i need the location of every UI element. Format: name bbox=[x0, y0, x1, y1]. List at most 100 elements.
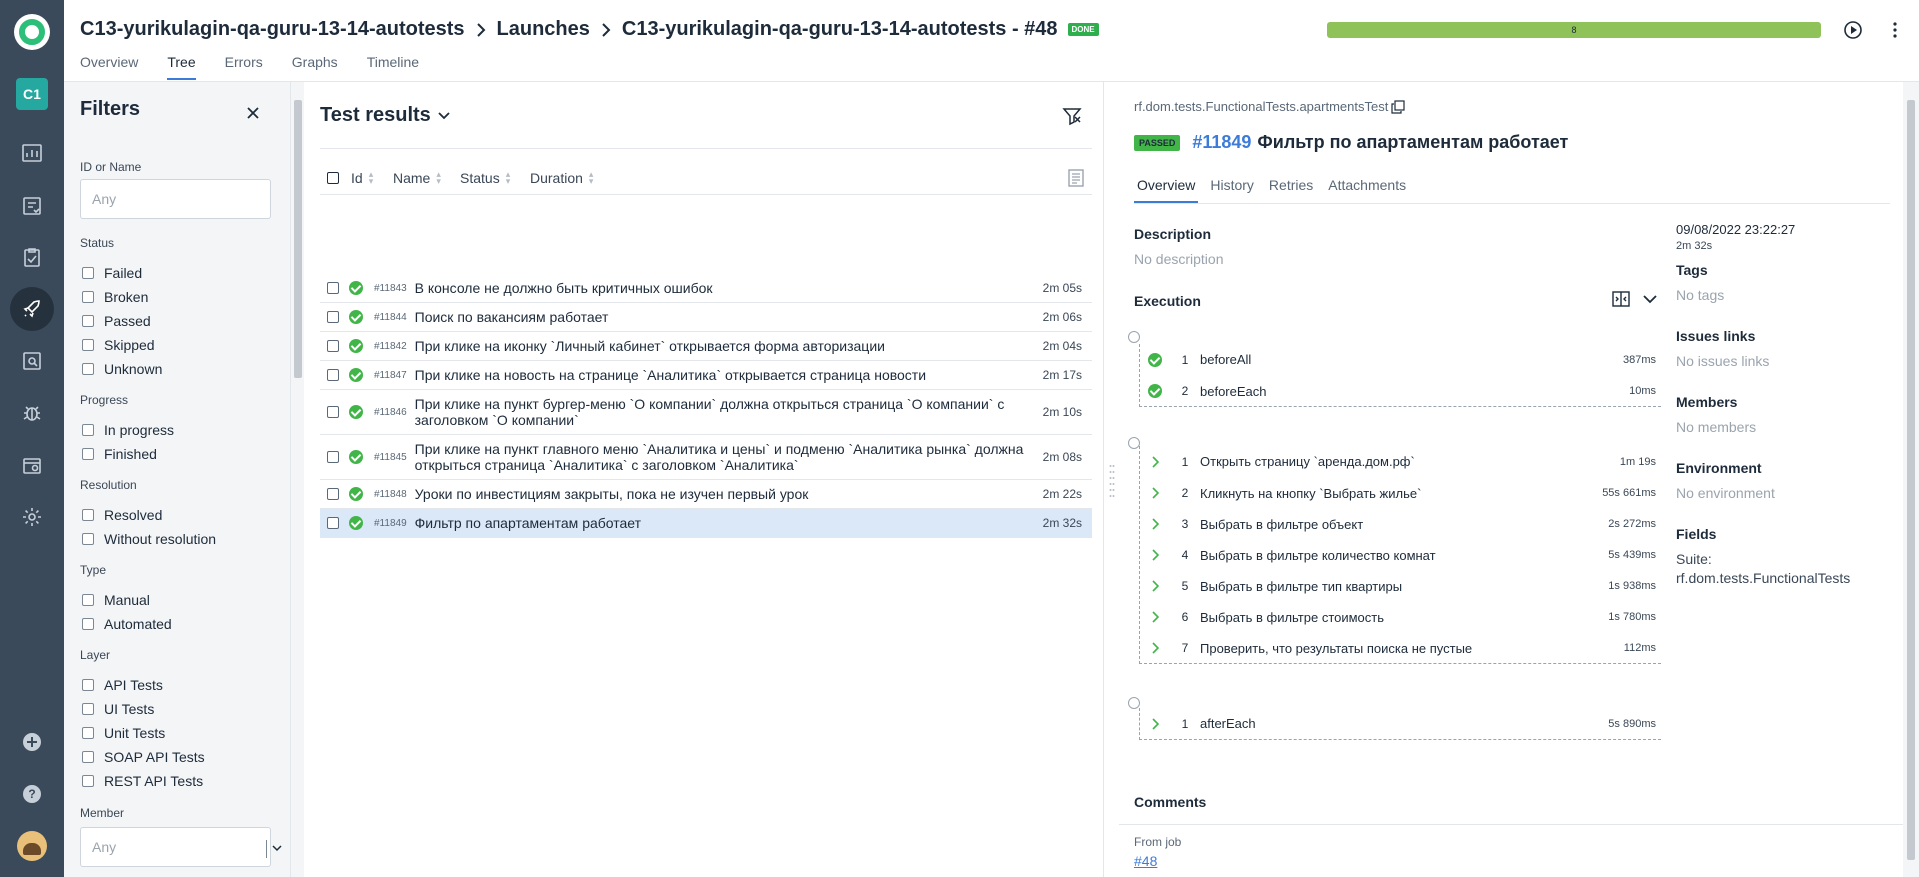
test-id-link[interactable]: #11849 bbox=[1192, 132, 1251, 153]
test-result-row[interactable]: #11843 В консоле не должно быть критичных… bbox=[320, 274, 1092, 303]
from-job-link[interactable]: #48 bbox=[1134, 853, 1157, 869]
filter-failed[interactable]: Failed bbox=[82, 265, 142, 281]
row-checkbox[interactable] bbox=[327, 282, 339, 294]
allure-logo[interactable] bbox=[14, 14, 50, 50]
breadcrumb-project[interactable]: C13-yurikulagin-qa-guru-13-14-autotests bbox=[80, 18, 465, 41]
test-result-row[interactable]: #11845 При клике на пункт главного меню `… bbox=[320, 435, 1092, 480]
more-vertical-icon[interactable] bbox=[1884, 19, 1906, 41]
test-result-row[interactable]: #11848 Уроки по инвестициям закрыты, пока… bbox=[320, 480, 1092, 509]
filter-finished[interactable]: Finished bbox=[82, 446, 157, 462]
test-cases-icon[interactable] bbox=[16, 190, 48, 222]
row-duration: 2m 10s bbox=[1042, 405, 1082, 419]
tab-details-history[interactable]: History bbox=[1207, 177, 1257, 203]
member-select[interactable]: Any bbox=[80, 827, 282, 867]
filter-in-progress[interactable]: In progress bbox=[82, 422, 174, 438]
add-plus-icon[interactable] bbox=[16, 726, 48, 758]
chevron-right-icon[interactable] bbox=[1148, 548, 1162, 562]
filter-broken[interactable]: Broken bbox=[82, 289, 148, 305]
row-checkbox[interactable] bbox=[327, 369, 339, 381]
tab-details-attachments[interactable]: Attachments bbox=[1325, 177, 1409, 203]
launches-rocket-icon[interactable] bbox=[10, 287, 54, 331]
id-or-name-input[interactable]: Any bbox=[80, 179, 271, 219]
filter-ui-tests[interactable]: UI Tests bbox=[82, 701, 154, 717]
filter-soap-api-tests[interactable]: SOAP API Tests bbox=[82, 749, 205, 765]
clear-filter-icon[interactable] bbox=[1062, 106, 1082, 126]
chevron-right-icon[interactable] bbox=[1148, 455, 1162, 469]
copy-icon[interactable] bbox=[1391, 99, 1405, 114]
chevron-right-icon[interactable] bbox=[1148, 641, 1162, 655]
tab-graphs[interactable]: Graphs bbox=[292, 54, 338, 80]
col-duration[interactable]: Duration ▴ ▾ bbox=[530, 169, 593, 186]
jobs-icon[interactable] bbox=[16, 449, 48, 481]
filter-manual[interactable]: Manual bbox=[82, 592, 150, 608]
steps-step[interactable]: 6 Выбрать в фильтре стоимость 1s 780ms bbox=[1140, 601, 1661, 632]
tab-overview[interactable]: Overview bbox=[80, 54, 138, 80]
chevron-right-icon[interactable] bbox=[1148, 610, 1162, 624]
tab-details-retries[interactable]: Retries bbox=[1266, 177, 1316, 203]
chevron-right-icon[interactable] bbox=[1148, 579, 1162, 593]
test-result-row[interactable]: #11846 При клике на пункт бургер-меню `О … bbox=[320, 390, 1092, 435]
filter-unit-tests[interactable]: Unit Tests bbox=[82, 725, 165, 741]
tab-tree[interactable]: Tree bbox=[167, 54, 196, 80]
steps-step[interactable]: 5 Выбрать в фильтре тип квартиры 1s 938ms bbox=[1140, 570, 1661, 601]
steps-step[interactable]: 7 Проверить, что результаты поиска не пус… bbox=[1140, 632, 1661, 663]
steps-step[interactable]: 1 Открыть страницу `аренда.дом.рф` 1m 19s bbox=[1140, 446, 1661, 477]
row-checkbox[interactable] bbox=[327, 517, 339, 529]
steps-step[interactable]: 2 Кликнуть на кнопку `Выбрать жилье` 55s 6… bbox=[1140, 477, 1661, 508]
row-checkbox[interactable] bbox=[327, 340, 339, 352]
step-name: Кликнуть на кнопку `Выбрать жилье` bbox=[1200, 485, 1422, 501]
chevron-down-icon[interactable] bbox=[1641, 289, 1659, 309]
test-result-row[interactable]: #11849 Фильтр по апартаментам работает 2m … bbox=[320, 509, 1092, 538]
before-step[interactable]: 2 beforeEach 10ms bbox=[1140, 375, 1661, 406]
view-layout-icon[interactable] bbox=[1066, 168, 1086, 188]
tab-errors[interactable]: Errors bbox=[225, 54, 263, 80]
before-step[interactable]: 1 beforeAll 387ms bbox=[1140, 344, 1661, 375]
execution-heading: Execution bbox=[1134, 293, 1201, 309]
row-checkbox[interactable] bbox=[327, 451, 339, 463]
close-icon[interactable] bbox=[246, 106, 260, 120]
defects-bug-icon[interactable] bbox=[16, 397, 48, 429]
filter-without-resolution[interactable]: Without resolution bbox=[82, 531, 216, 547]
steps-step[interactable]: 3 Выбрать в фильтре объект 2s 272ms bbox=[1140, 508, 1661, 539]
breadcrumb-launches[interactable]: Launches bbox=[497, 18, 590, 41]
steps-step[interactable]: 4 Выбрать в фильтре количество комнат 5s 4… bbox=[1140, 539, 1661, 570]
project-switcher[interactable]: C1 bbox=[16, 78, 48, 110]
rerun-play-icon[interactable] bbox=[1842, 19, 1864, 41]
test-result-row[interactable]: #11844 Поиск по вакансиям работает 2m 06s bbox=[320, 303, 1092, 332]
tab-timeline[interactable]: Timeline bbox=[367, 54, 419, 80]
dashboard-icon[interactable] bbox=[16, 137, 48, 169]
row-checkbox[interactable] bbox=[327, 488, 339, 500]
filter-skipped[interactable]: Skipped bbox=[82, 337, 155, 353]
row-checkbox[interactable] bbox=[327, 406, 339, 418]
tab-details-overview[interactable]: Overview bbox=[1134, 177, 1199, 203]
test-result-row[interactable]: #11847 При клике на новость на странице `… bbox=[320, 361, 1092, 390]
panel-resize-handle[interactable] bbox=[1109, 462, 1115, 502]
details-scrollbar[interactable] bbox=[1903, 82, 1919, 877]
after-step[interactable]: 1 afterEach 5s 890ms bbox=[1140, 708, 1661, 739]
chevron-right-icon[interactable] bbox=[1148, 517, 1162, 531]
col-name[interactable]: Name ▴ ▾ bbox=[393, 169, 460, 186]
expand-toggle-icon[interactable] bbox=[1611, 289, 1631, 309]
chevron-right-icon[interactable] bbox=[1148, 717, 1162, 731]
help-icon[interactable]: ? bbox=[16, 778, 48, 810]
row-checkbox[interactable] bbox=[327, 311, 339, 323]
filter-rest-api-tests[interactable]: REST API Tests bbox=[82, 773, 203, 789]
test-results-title[interactable]: Test results bbox=[320, 104, 451, 127]
chevron-right-icon[interactable] bbox=[1148, 486, 1162, 500]
analytics-search-icon[interactable] bbox=[16, 345, 48, 377]
filter-resolved[interactable]: Resolved bbox=[82, 507, 162, 523]
col-id[interactable]: Id ▴ ▾ bbox=[351, 169, 393, 186]
filters-scrollbar[interactable] bbox=[290, 82, 304, 877]
filter-passed[interactable]: Passed bbox=[82, 313, 151, 329]
user-avatar[interactable] bbox=[17, 831, 47, 861]
breadcrumb: C13-yurikulagin-qa-guru-13-14-autotests … bbox=[80, 18, 1099, 41]
filter-unknown[interactable]: Unknown bbox=[82, 361, 162, 377]
filter-automated[interactable]: Automated bbox=[82, 616, 172, 632]
test-result-row[interactable]: #11842 При клике на иконку `Личный кабине… bbox=[320, 332, 1092, 361]
filter-api-tests[interactable]: API Tests bbox=[82, 677, 163, 693]
col-status[interactable]: Status ▴ ▾ bbox=[460, 169, 530, 186]
select-all-checkbox[interactable] bbox=[327, 171, 339, 184]
test-plans-icon[interactable] bbox=[16, 241, 48, 273]
settings-gear-icon[interactable] bbox=[16, 501, 48, 533]
launch-tabs: Overview Tree Errors Graphs Timeline bbox=[80, 54, 448, 80]
